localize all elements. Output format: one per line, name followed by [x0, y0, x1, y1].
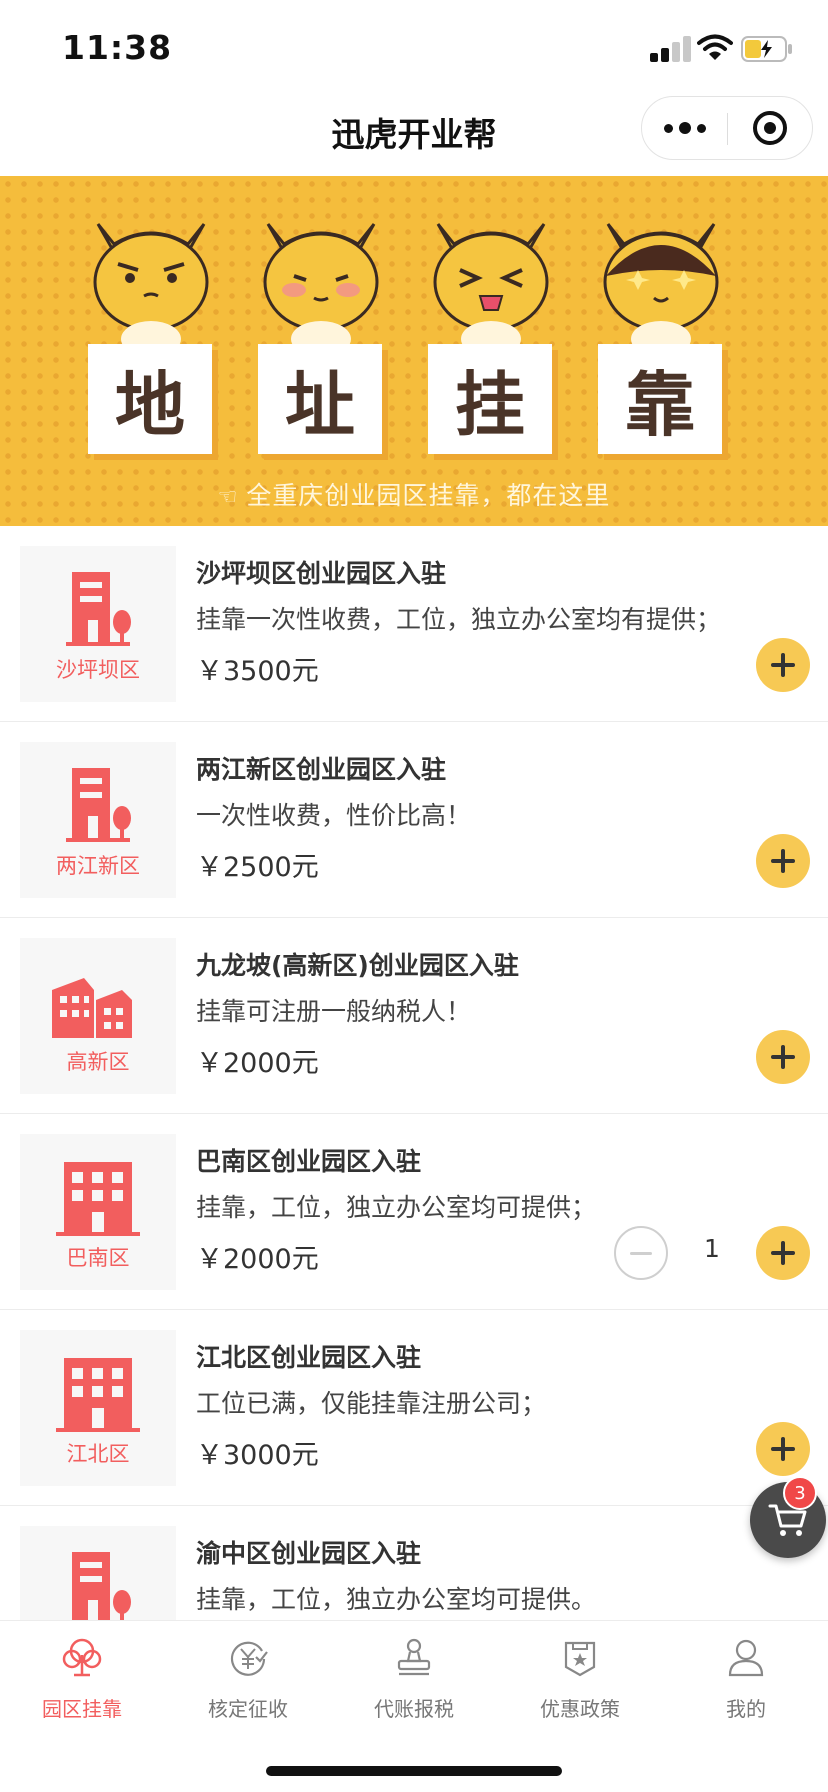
list-item[interactable]: 江北区 江北区创业园区入驻 工位已满，仅能挂靠注册公司； ￥3000元 — [0, 1310, 828, 1506]
banner-tile: 挂 — [428, 344, 552, 454]
listing-desc: 挂靠，工位，独立办公室均可提供； — [196, 1193, 597, 1222]
list-item[interactable]: 两江新区 两江新区创业园区入驻 一次性收费，性价比高！ ￥2500元 — [0, 722, 828, 918]
park-thumbnail: 沙坪坝区 — [20, 546, 176, 702]
home-indicator — [266, 1766, 562, 1776]
city-buildings-icon — [52, 978, 132, 1038]
more-options-icon[interactable] — [642, 97, 727, 159]
listing-desc: 一次性收费，性价比高！ — [196, 801, 472, 830]
mini-program-capsule — [641, 96, 813, 160]
capsule-divider — [727, 113, 728, 145]
listing-title: 九龙坡(高新区)创业园区入驻 — [196, 951, 519, 980]
building-with-tree-icon — [72, 1552, 131, 1620]
listing-title: 江北区创业园区入驻 — [196, 1343, 422, 1372]
list-item[interactable]: 巴南区 巴南区创业园区入驻 挂靠，工位，独立办公室均可提供； ￥2000元 1 — [0, 1114, 828, 1310]
banner-tile: 地 — [88, 344, 212, 454]
banner-caption-text: 全重庆创业园区挂靠，都在这里 — [246, 481, 611, 510]
wifi-icon — [697, 34, 733, 60]
listing-price: ￥3000元 — [196, 1440, 319, 1471]
status-time: 11:38 — [62, 28, 173, 67]
park-listing: 沙坪坝区 沙坪坝区创业园区入驻 挂靠一次性收费，工位，独立办公室均有提供； ￥3… — [0, 526, 828, 1620]
cat-illustration — [93, 223, 209, 344]
thumb-label: 高新区 — [66, 1050, 130, 1074]
policy-badge-icon — [564, 1641, 596, 1677]
signal-icon — [650, 36, 692, 62]
pointing-hand-icon: ☜ — [217, 485, 239, 510]
listing-price: ￥2500元 — [196, 852, 319, 883]
add-to-cart-button[interactable] — [756, 834, 810, 888]
thumb-label: 沙坪坝区 — [56, 658, 140, 682]
banner-caption: ☜ 全重庆创业园区挂靠，都在这里 — [0, 476, 828, 512]
promo-banner[interactable]: 地 址 挂 靠 ☜ 全重庆创业园区挂靠，都在这里 — [0, 176, 828, 526]
status-bar: 11:38 — [0, 0, 828, 96]
cat-illustration — [263, 223, 379, 344]
add-to-cart-button[interactable] — [756, 638, 810, 692]
tab-policies[interactable]: 优惠政策 — [498, 1633, 662, 1723]
tab-label: 我的 — [726, 1697, 766, 1721]
cart-count-badge: 3 — [783, 1476, 817, 1510]
cat-illustration — [603, 223, 719, 344]
building-with-tree-icon — [66, 572, 131, 646]
close-target-icon[interactable] — [753, 111, 787, 145]
listing-desc: 工位已满，仅能挂靠注册公司； — [196, 1389, 547, 1418]
office-building-icon — [56, 1162, 140, 1236]
tab-label: 园区挂靠 — [42, 1697, 122, 1721]
park-thumbnail: 江北区 — [20, 1330, 176, 1486]
quantity-value: 1 — [704, 1234, 720, 1263]
user-icon — [728, 1639, 764, 1677]
banner-tile: 址 — [258, 344, 382, 454]
park-thumbnail — [20, 1526, 176, 1620]
cat-illustration — [433, 223, 549, 344]
thumb-label: 江北区 — [66, 1442, 130, 1466]
office-building-icon — [56, 1358, 140, 1432]
add-to-cart-button[interactable] — [756, 1030, 810, 1084]
tab-label: 优惠政策 — [540, 1697, 620, 1721]
nav-bar: 迅虎开业帮 — [0, 96, 828, 176]
park-tree-icon — [62, 1638, 102, 1677]
listing-desc: 挂靠，工位，独立办公室均可提供。 — [196, 1585, 597, 1614]
listing-price: ￥2000元 — [196, 1244, 319, 1275]
add-to-cart-button[interactable] — [756, 1226, 810, 1280]
yen-check-icon — [230, 1641, 268, 1676]
banner-tile: 靠 — [598, 344, 722, 454]
tab-label: 代账报税 — [374, 1697, 454, 1721]
stamp-icon — [397, 1638, 431, 1676]
tab-label: 核定征收 — [208, 1697, 288, 1721]
listing-title: 两江新区创业园区入驻 — [196, 755, 447, 784]
tab-bookkeeping[interactable]: 代账报税 — [332, 1633, 496, 1723]
park-thumbnail: 高新区 — [20, 938, 176, 1094]
listing-price: ￥3500元 — [196, 656, 319, 687]
list-item[interactable]: 沙坪坝区 沙坪坝区创业园区入驻 挂靠一次性收费，工位，独立办公室均有提供； ￥3… — [0, 526, 828, 722]
listing-desc: 挂靠可注册一般纳税人！ — [196, 997, 472, 1026]
listing-title: 巴南区创业园区入驻 — [196, 1147, 422, 1176]
park-thumbnail: 两江新区 — [20, 742, 176, 898]
decrease-quantity-button[interactable] — [614, 1226, 668, 1280]
list-item[interactable]: 渝中区创业园区入驻 挂靠，工位，独立办公室均可提供。 — [0, 1506, 828, 1620]
list-item[interactable]: 高新区 九龙坡(高新区)创业园区入驻 挂靠可注册一般纳税人！ ￥2000元 — [0, 918, 828, 1114]
thumb-label: 巴南区 — [66, 1246, 130, 1270]
tab-profile[interactable]: 我的 — [664, 1633, 828, 1723]
listing-title: 沙坪坝区创业园区入驻 — [196, 559, 447, 588]
building-with-tree-icon — [66, 768, 131, 842]
listing-price: ￥2000元 — [196, 1048, 319, 1079]
add-to-cart-button[interactable] — [756, 1422, 810, 1476]
battery-icon — [741, 36, 792, 62]
tab-tax-assessment[interactable]: 核定征收 — [166, 1633, 330, 1723]
listing-desc: 挂靠一次性收费，工位，独立办公室均有提供； — [196, 605, 722, 634]
listing-title: 渝中区创业园区入驻 — [196, 1539, 422, 1568]
park-thumbnail: 巴南区 — [20, 1134, 176, 1290]
tab-park[interactable]: 园区挂靠 — [0, 1633, 164, 1723]
thumb-label: 两江新区 — [56, 854, 140, 878]
